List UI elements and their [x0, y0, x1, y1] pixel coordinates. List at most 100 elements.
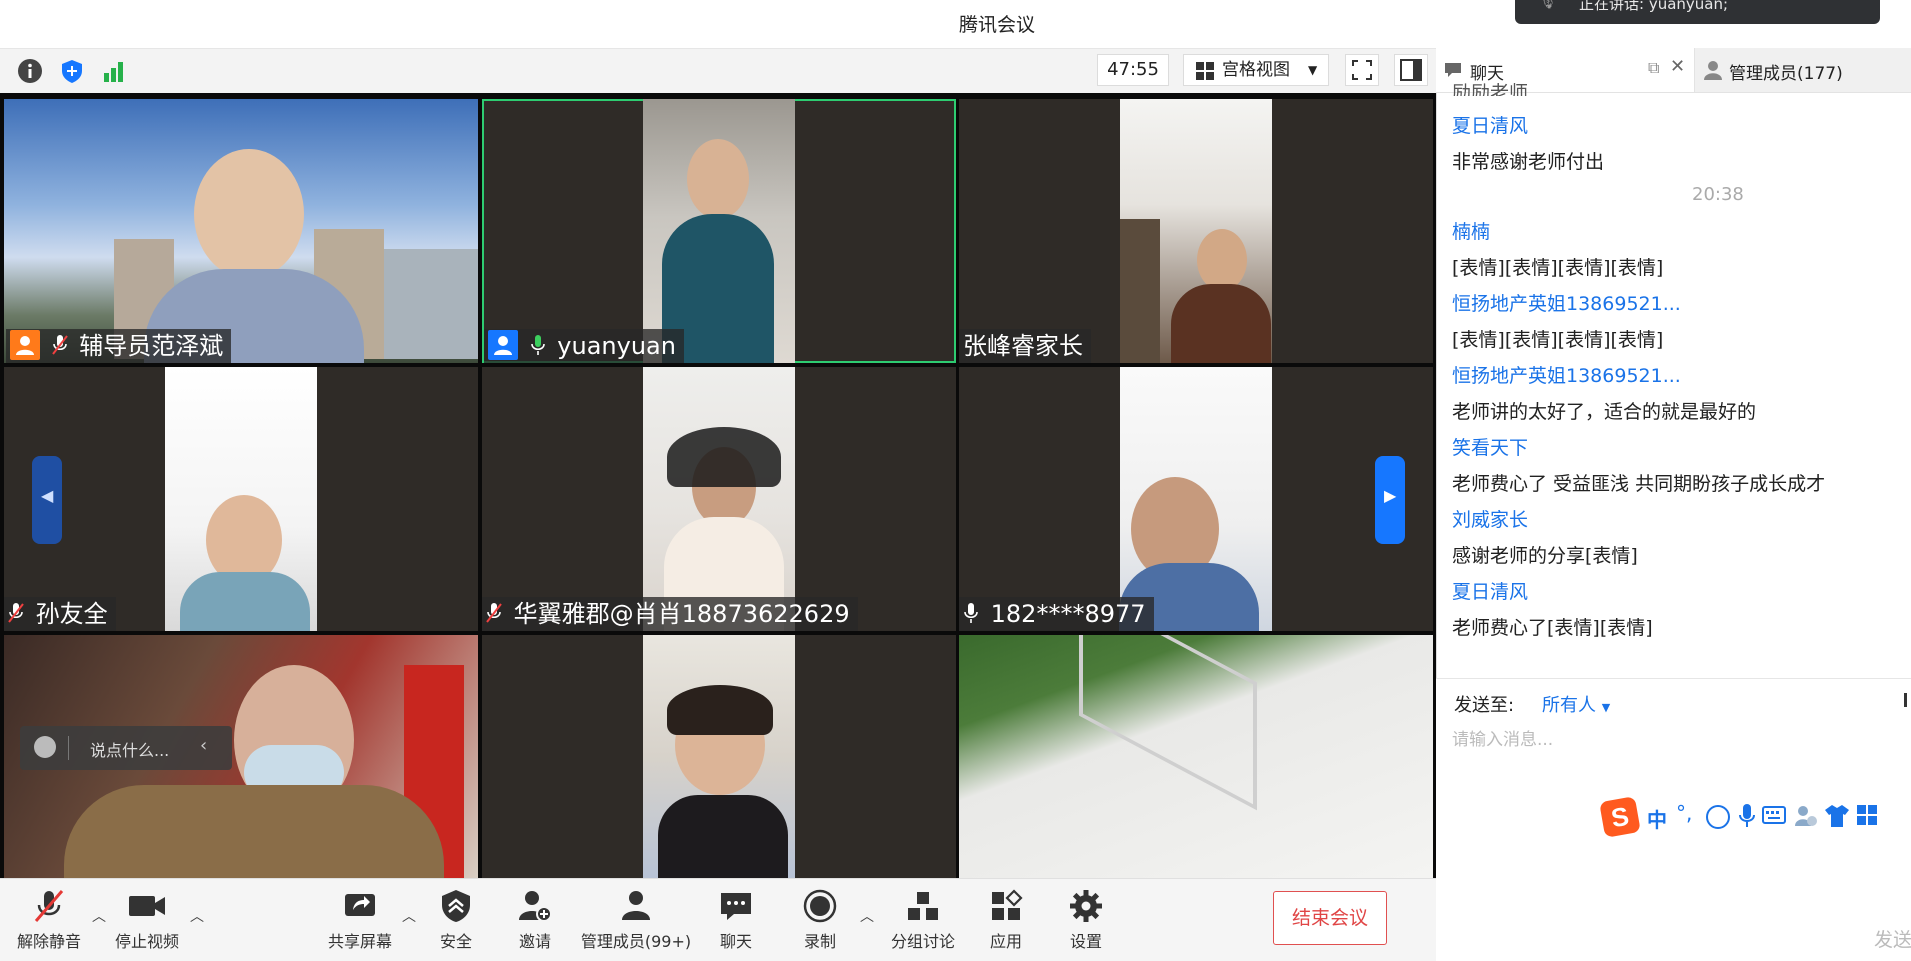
toolbox-icon[interactable]	[1856, 804, 1878, 826]
video-tile[interactable]	[959, 635, 1433, 878]
chevron-down-icon: ▼	[1308, 63, 1318, 77]
chat-message: [表情][表情][表情][表情]	[1452, 329, 1664, 351]
sogou-logo-icon[interactable]: S	[1599, 796, 1641, 838]
person-body	[1171, 284, 1271, 363]
bookshelf-shape	[1120, 219, 1160, 363]
record-label: 录制	[803, 932, 836, 951]
mic-active-icon	[530, 335, 545, 355]
video-tile[interactable]: 辅导员范泽斌	[4, 99, 478, 363]
manage-members-button[interactable]: 管理成员(99+)	[580, 888, 692, 952]
next-page-button[interactable]: ▶	[1375, 456, 1405, 544]
send-to-select[interactable]: 所有人 ▼	[1542, 691, 1610, 717]
person-hair	[667, 685, 773, 735]
share-icon	[345, 894, 375, 916]
chat-sender[interactable]: 笑看天下	[1452, 433, 1528, 460]
record-button[interactable]: 录制	[790, 888, 850, 952]
view-label: 宫格视图	[1222, 60, 1290, 80]
person-body	[658, 795, 788, 878]
share-label: 共享屏幕	[327, 932, 392, 951]
sidebar-toggle-button[interactable]	[1394, 54, 1428, 86]
scroll-marker	[1904, 693, 1907, 707]
info-icon[interactable]	[17, 58, 43, 84]
participant-name: yuanyuan	[557, 332, 676, 360]
video-tile[interactable]: 182****8977	[959, 367, 1433, 631]
panel-icon	[1400, 59, 1422, 81]
emoji-icon[interactable]	[1706, 805, 1730, 829]
shield-icon	[442, 890, 470, 922]
emoji-icon[interactable]	[34, 736, 56, 758]
chevron-left-icon: ◀	[41, 486, 54, 505]
apps-icon	[992, 889, 1023, 920]
chevron-up-icon[interactable]: ︿	[402, 906, 416, 926]
prev-page-button[interactable]: ◀	[32, 456, 62, 544]
skin-icon[interactable]	[1824, 804, 1850, 828]
keyboard-icon[interactable]	[1762, 806, 1786, 824]
invite-label: 邀请	[518, 932, 551, 951]
chat-message: 非常感谢老师付出	[1452, 151, 1605, 173]
chat-sender[interactable]: 恒扬地产英姐13869521...	[1452, 361, 1681, 388]
chat-sender[interactable]: 刘威家长	[1452, 505, 1528, 532]
message-input[interactable]: 请输入消息...	[1452, 725, 1892, 765]
chat-icon	[1445, 63, 1461, 77]
apps-button[interactable]: 应用	[976, 888, 1036, 952]
chat-button[interactable]: 聊天	[706, 888, 766, 952]
chevron-up-icon[interactable]: ︿	[190, 906, 204, 926]
stop-video-button[interactable]: 停止视频	[112, 888, 182, 952]
manage-label: 管理成员(99+)	[580, 932, 692, 951]
user-settings-icon[interactable]	[1794, 804, 1818, 828]
meeting-timer: 47:55	[1097, 54, 1169, 86]
video-tile[interactable]	[482, 635, 956, 878]
chat-sender[interactable]: 恒扬地产英姐13869521...	[1452, 289, 1681, 316]
popout-icon[interactable]: ⧉	[1648, 58, 1659, 78]
settings-button[interactable]: 设置	[1056, 888, 1116, 952]
collapse-icon[interactable]: ‹	[200, 735, 207, 756]
chat-message: 老师费心了[表情][表情]	[1452, 617, 1653, 639]
participant-name: 华翼雅郡@肖肖18873622629	[513, 600, 850, 628]
chevron-up-icon[interactable]: ︿	[860, 906, 874, 926]
chevron-up-icon[interactable]: ︿	[92, 906, 106, 926]
say-placeholder: 说点什么...	[90, 741, 170, 760]
ime-language[interactable]: 中	[1647, 804, 1667, 833]
punctuation-icon[interactable]: °,	[1676, 801, 1692, 825]
security-label: 安全	[439, 932, 472, 951]
record-icon	[803, 889, 837, 923]
chat-sender[interactable]: 夏日清风	[1452, 111, 1528, 138]
chat-sender[interactable]: 夏日清风	[1452, 577, 1528, 604]
video-tile[interactable]: 华翼雅郡@肖肖18873622629	[482, 367, 956, 631]
video-tile[interactable]: 孙友全	[4, 367, 478, 631]
video-tile-active[interactable]: yuanyuan	[482, 99, 956, 363]
participant-label: 张峰睿家长	[959, 329, 1091, 363]
fullscreen-button[interactable]	[1345, 54, 1379, 86]
security-button[interactable]: 安全	[426, 888, 486, 952]
share-screen-button[interactable]: 共享屏幕	[322, 888, 398, 952]
unmute-label: 解除静音	[16, 932, 81, 951]
shield-icon[interactable]	[59, 58, 85, 84]
video-tile[interactable]: 张峰睿家长	[959, 99, 1433, 363]
participant-name: 张峰睿家长	[963, 332, 1083, 360]
participant-label: 孙友全	[4, 597, 116, 631]
tab-members[interactable]: 管理成员(177)	[1694, 48, 1911, 92]
grid-view-icon	[1196, 62, 1214, 80]
chat-message: 感谢老师的分享[表情]	[1452, 545, 1638, 567]
ime-toolbar: S 中 °,	[1599, 796, 1911, 838]
signal-icon[interactable]	[101, 58, 127, 84]
person-face	[687, 139, 749, 219]
participant-label: 华翼雅郡@肖肖18873622629	[482, 597, 858, 631]
invite-button[interactable]: 邀请	[505, 888, 565, 952]
chat-timestamp: 20:38	[1692, 184, 1744, 205]
breakout-button[interactable]: 分组讨论	[888, 888, 958, 952]
chat-sender[interactable]: 楠楠	[1452, 217, 1490, 244]
mic-icon[interactable]	[1738, 803, 1756, 829]
view-selector[interactable]: 宫格视图 ▼	[1183, 54, 1329, 86]
close-icon[interactable]: ✕	[1670, 56, 1685, 77]
host-avatar-icon	[10, 330, 40, 360]
speaking-notice: 🎙 正在讲话: yuanyuan;	[1515, 0, 1880, 24]
unmute-button[interactable]: 解除静音	[14, 888, 84, 952]
send-button[interactable]: 发送	[1874, 925, 1911, 952]
settings-label: 设置	[1069, 932, 1102, 951]
chat-message-cut: 励励老师	[1452, 82, 1529, 96]
end-meeting-button[interactable]: 结束会议	[1273, 891, 1387, 945]
person-body	[180, 572, 310, 631]
quick-say-box[interactable]: 说点什么... ‹	[20, 726, 232, 770]
participant-name: 孙友全	[35, 600, 108, 628]
